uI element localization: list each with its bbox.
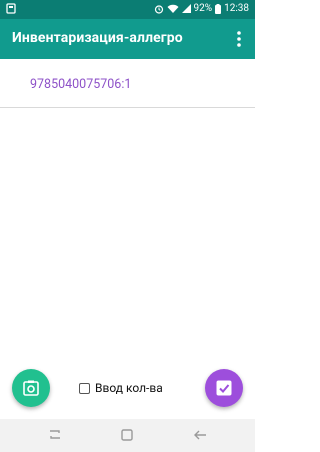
back-button[interactable] bbox=[191, 427, 209, 443]
notification-icon bbox=[6, 3, 16, 17]
app-bar: Инвентаризация-аллегро bbox=[0, 19, 255, 59]
list-item-text: 9785040075706:1 bbox=[30, 77, 132, 92]
quantity-input-toggle[interactable]: Ввод кол-ва bbox=[79, 381, 163, 395]
system-navigation-bar bbox=[0, 419, 255, 452]
battery-percent: 92% bbox=[193, 3, 213, 14]
app-title: Инвентаризация-аллегро bbox=[12, 30, 183, 46]
battery-icon bbox=[215, 3, 222, 14]
list-item[interactable]: 9785040075706:1 bbox=[0, 59, 255, 108]
alarm-icon bbox=[154, 4, 164, 14]
more-vert-icon bbox=[237, 31, 241, 47]
home-icon bbox=[121, 429, 133, 441]
camera-scan-button[interactable] bbox=[12, 369, 50, 407]
recent-apps-button[interactable] bbox=[46, 427, 64, 443]
status-bar: 92% 12:38 bbox=[0, 0, 255, 19]
recent-apps-icon bbox=[50, 430, 60, 439]
checkbox-label: Ввод кол-ва bbox=[95, 381, 163, 395]
clock: 12:38 bbox=[224, 3, 249, 14]
wifi-icon bbox=[167, 4, 179, 14]
check-icon bbox=[216, 380, 232, 396]
scan-list: 9785040075706:1 bbox=[0, 59, 255, 419]
camera-icon bbox=[23, 380, 39, 396]
overflow-menu-button[interactable] bbox=[229, 28, 249, 50]
signal-icon bbox=[181, 4, 191, 13]
confirm-button[interactable] bbox=[205, 369, 243, 407]
home-button[interactable] bbox=[118, 427, 136, 443]
checkbox[interactable] bbox=[79, 382, 90, 394]
back-arrow-icon bbox=[194, 430, 206, 440]
